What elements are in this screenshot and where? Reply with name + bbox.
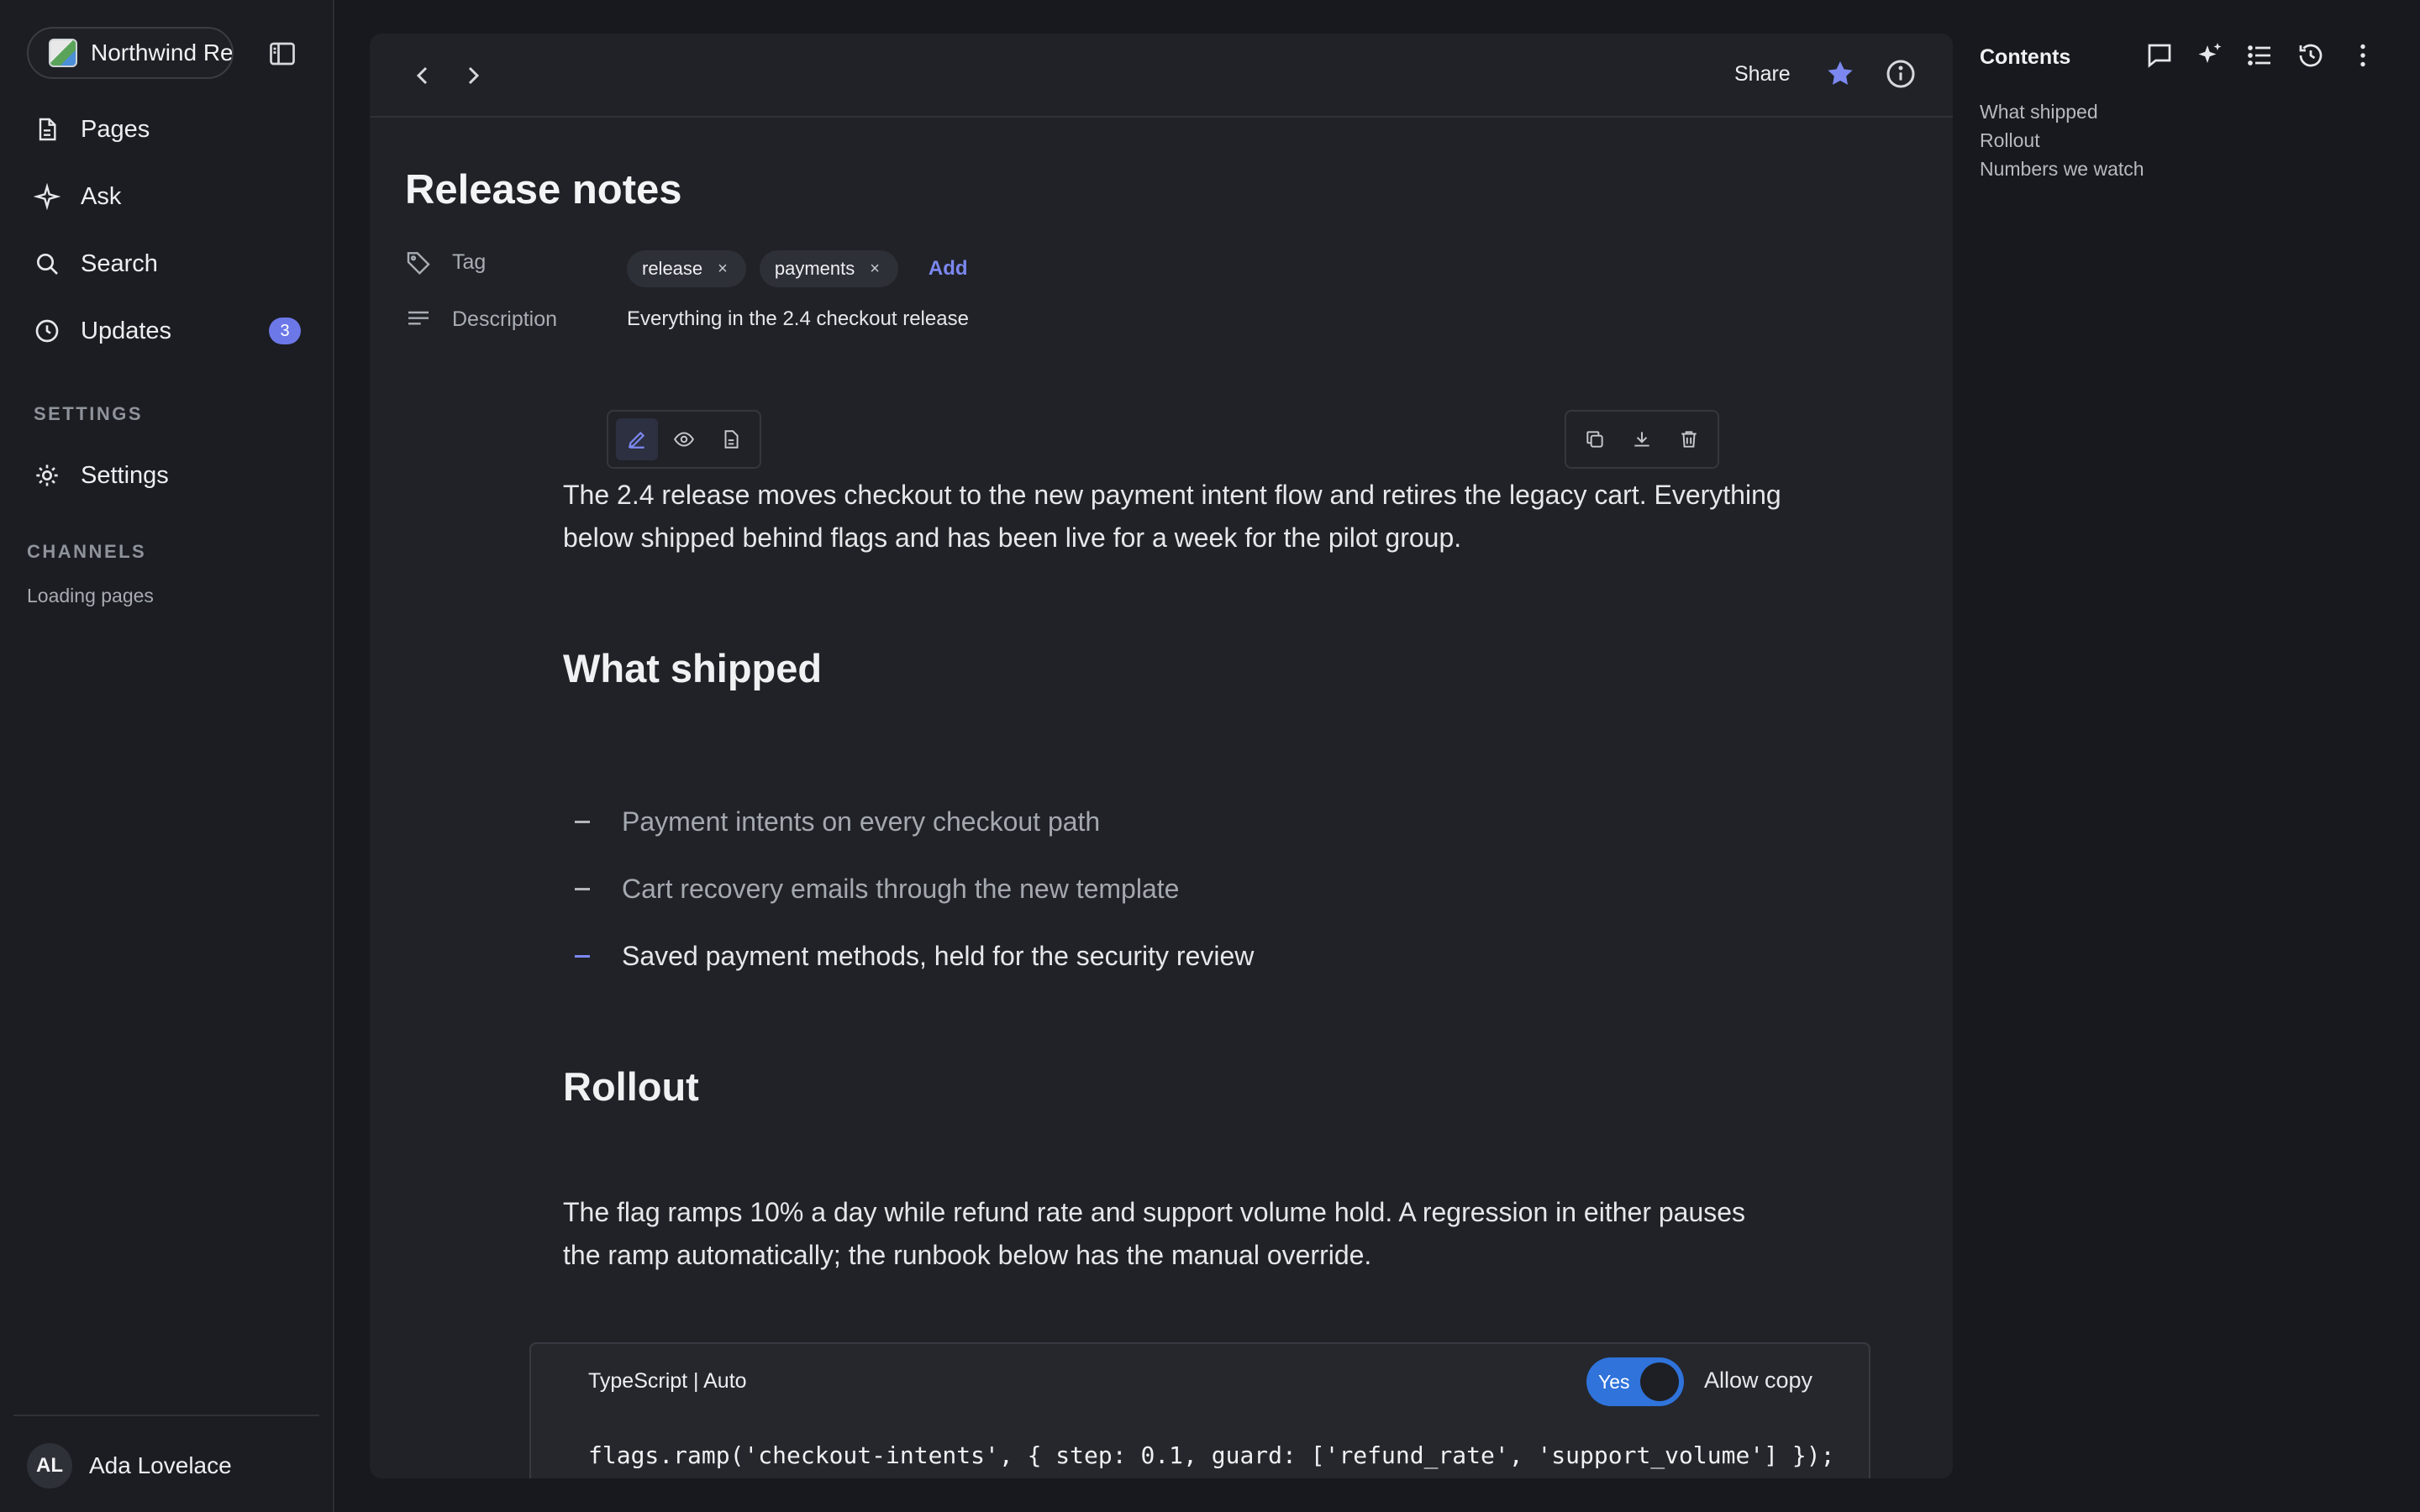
trash-icon[interactable] [1668, 418, 1710, 460]
description-value[interactable]: Everything in the 2.4 checkout release [627, 307, 969, 331]
tag-chip[interactable]: payments × [759, 250, 898, 287]
list-icon[interactable] [2245, 40, 2275, 71]
more-vertical-icon[interactable] [2348, 40, 2378, 71]
sidebar-item-label: Updates [81, 317, 172, 344]
page-title: Release notes [405, 167, 682, 213]
back-arrow-icon[interactable] [408, 60, 439, 91]
workspace-name: Northwind Re [91, 39, 234, 66]
intro-paragraph[interactable]: The 2.4 release moves checkout to the ne… [563, 474, 1790, 559]
list-item[interactable]: Cart recovery emails through the new tem… [563, 874, 1179, 905]
bullet-dash [575, 955, 590, 958]
sidebar: Northwind Re Pages Ask Search Updates 3 … [0, 0, 334, 1512]
sidebar-item-search[interactable]: Search [34, 244, 302, 284]
toggle-label: Yes [1598, 1370, 1630, 1393]
gear-icon [34, 462, 60, 489]
code-line[interactable]: flags.ramp('checkout-intents', { step: 0… [588, 1441, 1834, 1469]
contents-title: Contents [1980, 45, 2071, 69]
allow-copy-toggle[interactable]: Yes [1586, 1357, 1684, 1406]
tag-chip-label: release [642, 258, 703, 279]
settings-section-label: SETTINGS [34, 403, 144, 424]
sidebar-item-label: Search [81, 249, 158, 277]
info-icon[interactable] [1884, 57, 1918, 91]
close-icon[interactable]: × [718, 260, 728, 279]
star-icon[interactable] [1823, 57, 1857, 91]
sidebar-item-label: Settings [81, 461, 169, 489]
rollout-paragraph[interactable]: The flag ramps 10% a day while refund ra… [563, 1191, 1790, 1277]
list-item[interactable]: Payment intents on every checkout path [563, 806, 1100, 837]
code-language-selector[interactable]: TypeScript | Auto [588, 1369, 747, 1394]
sidebar-divider [13, 1415, 319, 1416]
sparkle-icon [34, 183, 60, 210]
ai-sparkle-icon[interactable] [2195, 40, 2225, 71]
bullet-dash [575, 821, 590, 823]
channels-loading-text: Loading pages [27, 585, 154, 606]
toc-item[interactable]: What shipped [1980, 101, 2098, 123]
channels-section-label: CHANNELS [27, 541, 147, 562]
user-profile[interactable]: AL Ada Lovelace [27, 1443, 232, 1488]
description-label: Description [452, 307, 558, 331]
workspace-logo [49, 39, 77, 67]
sidebar-item-ask[interactable]: Ask [34, 176, 302, 217]
tag-chip-label: payments [774, 258, 855, 279]
comment-icon[interactable] [2144, 40, 2175, 71]
history-icon[interactable] [2296, 40, 2326, 71]
list-item-text: Payment intents on every checkout path [622, 806, 1101, 837]
workspace-switcher[interactable]: Northwind Re [27, 27, 234, 79]
description-property: Description [405, 306, 557, 333]
user-name: Ada Lovelace [89, 1452, 232, 1478]
document-icon[interactable] [710, 418, 752, 460]
sidebar-item-settings[interactable]: Settings [34, 455, 302, 496]
heading-what-shipped[interactable]: What shipped [563, 645, 1790, 691]
tag-label: Tag [452, 249, 487, 274]
sidebar-toggle-icon[interactable] [267, 39, 297, 69]
code-block: TypeScript | Auto Yes Allow copy flags.r… [529, 1342, 1870, 1478]
sidebar-item-updates[interactable]: Updates 3 [34, 311, 302, 351]
avatar: AL [27, 1443, 72, 1488]
close-icon[interactable]: × [870, 260, 880, 279]
add-tag-button[interactable]: Add [929, 257, 968, 281]
main-panel: Share Release notes Tag release × paymen… [370, 34, 1953, 1478]
block-actions-toolbar [1565, 410, 1719, 469]
updates-count-badge: 3 [269, 318, 301, 344]
page-topbar: Share [370, 34, 1953, 118]
toggle-knob [1640, 1362, 1679, 1401]
list-item[interactable]: Saved payment methods, held for the secu… [563, 941, 1254, 972]
text-lines-icon [405, 306, 432, 333]
list-item-text: Saved payment methods, held for the secu… [622, 941, 1255, 971]
edit-pencil-icon[interactable] [616, 418, 658, 460]
share-button[interactable]: Share [1734, 62, 1791, 87]
bullet-dash [575, 888, 590, 890]
eye-icon[interactable] [663, 418, 705, 460]
view-mode-toolbar [607, 410, 761, 469]
sidebar-item-pages[interactable]: Pages [34, 109, 302, 150]
sidebar-item-label: Ask [81, 182, 122, 210]
clock-icon [34, 318, 60, 344]
search-icon [34, 250, 60, 277]
heading-rollout[interactable]: Rollout [563, 1063, 1790, 1110]
tag-icon [405, 249, 432, 276]
toc-item[interactable]: Numbers we watch [1980, 158, 2144, 181]
tag-chip[interactable]: release × [627, 250, 746, 287]
list-item-text: Cart recovery emails through the new tem… [622, 874, 1180, 904]
forward-arrow-icon[interactable] [457, 60, 487, 91]
tag-property: Tag [405, 249, 486, 276]
tag-chips: release × payments × Add [627, 250, 968, 287]
copy-icon[interactable] [1574, 418, 1616, 460]
toc-item[interactable]: Rollout [1980, 129, 2040, 152]
page-icon [34, 116, 60, 143]
allow-copy-label: Allow copy [1704, 1368, 1813, 1393]
download-icon[interactable] [1621, 418, 1663, 460]
sidebar-item-label: Pages [81, 115, 150, 143]
